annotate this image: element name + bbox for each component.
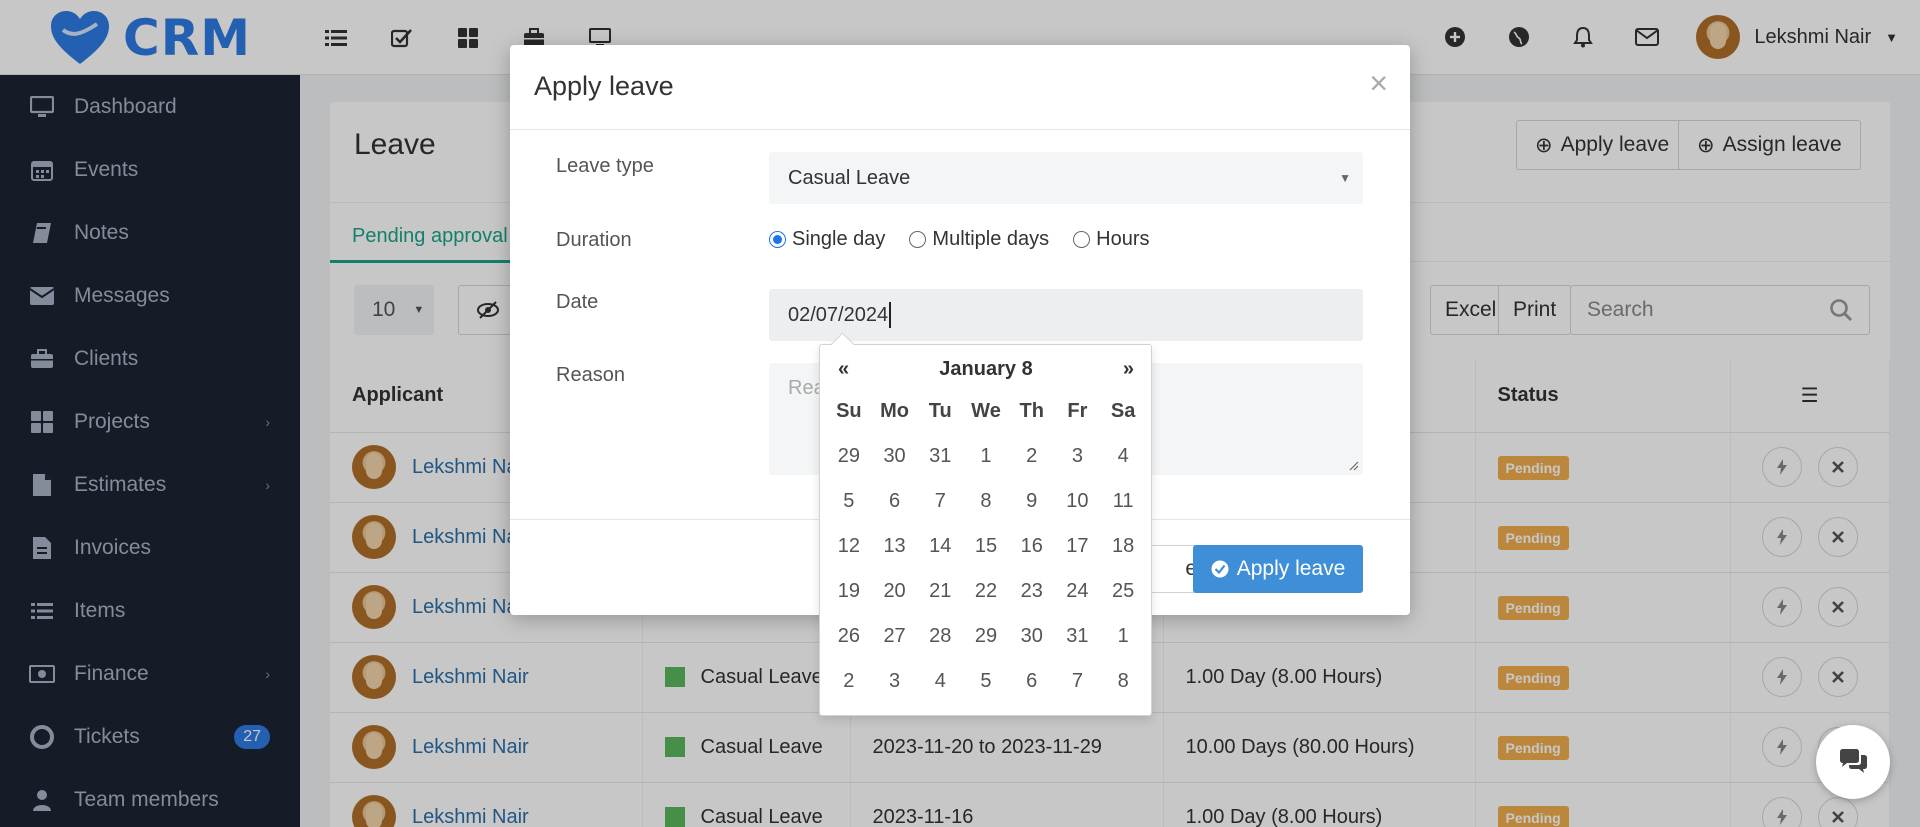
datepicker-day[interactable]: 17 (1055, 524, 1101, 569)
weekday-header: We (971, 400, 1001, 422)
datepicker-day[interactable]: 29 (826, 434, 872, 479)
leave-type-value: Casual Leave (788, 166, 911, 189)
radio-checked[interactable] (769, 231, 786, 248)
datepicker-day[interactable]: 7 (1055, 659, 1101, 704)
check-circle-icon (1211, 560, 1229, 578)
datepicker-day[interactable]: 5 (826, 479, 872, 524)
datepicker-day[interactable]: 19 (826, 569, 872, 614)
datepicker-day[interactable]: 22 (963, 569, 1009, 614)
datepicker-day[interactable]: 2 (1009, 434, 1055, 479)
datepicker-day[interactable]: 3 (872, 659, 918, 704)
datepicker-day[interactable]: 25 (1100, 569, 1146, 614)
chat-button[interactable] (1816, 725, 1890, 799)
datepicker-day[interactable]: 12 (826, 524, 872, 569)
radio-unchecked[interactable] (909, 231, 927, 248)
datepicker-day[interactable]: 2 (826, 659, 872, 704)
weekday-header: Sa (1110, 400, 1136, 422)
leave-type-select[interactable]: Casual Leave ▼ (769, 152, 1363, 204)
datepicker-day[interactable]: 26 (826, 614, 872, 659)
datepicker-day[interactable]: 5 (963, 659, 1009, 704)
datepicker-day[interactable]: 9 (1009, 479, 1055, 524)
date-label: Date (556, 291, 599, 313)
datepicker-day[interactable]: 3 (1055, 434, 1101, 479)
weekday-header: Mo (880, 400, 909, 422)
datepicker-day[interactable]: 8 (1100, 659, 1146, 704)
datepicker-day[interactable]: 1 (1100, 614, 1146, 659)
leave-type-label: Leave type (556, 155, 654, 177)
duration-multiple-days[interactable]: Multiple days (909, 228, 1049, 251)
datepicker-day[interactable]: 8 (963, 479, 1009, 524)
date-value: 02/07/2024 (788, 303, 889, 326)
datepicker-day[interactable]: 29 (963, 614, 1009, 659)
datepicker-day[interactable]: 31 (917, 434, 963, 479)
datepicker-day[interactable]: 6 (872, 479, 918, 524)
datepicker-day[interactable]: 13 (872, 524, 918, 569)
datepicker-day[interactable]: 1 (963, 434, 1009, 479)
datepicker: « January 8 » Su Mo Tu We Th Fr Sa 29 30 31 1 2 3 4 5 6… (819, 344, 1152, 716)
apply-leave-submit-button[interactable]: Apply leave (1193, 545, 1363, 593)
duration-hours[interactable]: Hours (1073, 228, 1149, 251)
datepicker-day[interactable]: 28 (917, 614, 963, 659)
datepicker-day[interactable]: 18 (1100, 524, 1146, 569)
datepicker-day[interactable]: 21 (917, 569, 963, 614)
datepicker-day[interactable]: 6 (1009, 659, 1055, 704)
weekday-header: Su (836, 400, 862, 422)
datepicker-day[interactable]: 10 (1055, 479, 1101, 524)
date-field[interactable]: 02/07/2024 (769, 289, 1363, 341)
duration-radio-group: Single day Multiple days Hours (769, 228, 1149, 251)
radio-label: Hours (1096, 228, 1150, 250)
datepicker-day[interactable]: 11 (1100, 479, 1146, 524)
weekday-header: Fr (1067, 400, 1088, 422)
resize-handle-icon[interactable] (1347, 459, 1359, 471)
datepicker-day[interactable]: 30 (872, 434, 918, 479)
datepicker-day[interactable]: 14 (917, 524, 963, 569)
caret-down-icon: ▼ (1339, 171, 1351, 185)
datepicker-header: « January 8 » (826, 351, 1146, 387)
datepicker-day[interactable]: 7 (917, 479, 963, 524)
radio-label: Single day (792, 228, 886, 250)
datepicker-next[interactable]: » (1111, 358, 1146, 381)
datepicker-day[interactable]: 27 (872, 614, 918, 659)
modal-close-button[interactable]: × (1369, 67, 1388, 99)
text-cursor (889, 302, 891, 328)
datepicker-day[interactable]: 4 (1100, 434, 1146, 479)
duration-single-day[interactable]: Single day (769, 228, 885, 251)
radio-label: Multiple days (932, 228, 1050, 250)
apply-button-label: Apply leave (1236, 557, 1346, 580)
modal-header: Apply leave × (510, 45, 1410, 130)
datepicker-day[interactable]: 31 (1055, 614, 1101, 659)
datepicker-day[interactable]: 15 (963, 524, 1009, 569)
datepicker-day[interactable]: 23 (1009, 569, 1055, 614)
weekday-header: Th (1019, 400, 1044, 422)
datepicker-day[interactable]: 30 (1009, 614, 1055, 659)
datepicker-prev[interactable]: « (826, 358, 861, 381)
datepicker-day[interactable]: 24 (1055, 569, 1101, 614)
datepicker-day[interactable]: 20 (872, 569, 918, 614)
radio-unchecked[interactable] (1073, 231, 1091, 248)
datepicker-title[interactable]: January 8 (927, 358, 1044, 381)
datepicker-day[interactable]: 16 (1009, 524, 1055, 569)
chat-icon (1840, 749, 1867, 773)
datepicker-grid: Su Mo Tu We Th Fr Sa 29 30 31 1 2 3 4 5 6 7 8 9 10 11 12 13 14 1… (826, 389, 1146, 704)
datepicker-day[interactable]: 4 (917, 659, 963, 704)
weekday-header: Tu (928, 400, 952, 422)
modal-title: Apply leave (534, 71, 674, 101)
duration-label: Duration (556, 229, 632, 251)
reason-label: Reason (556, 364, 625, 386)
